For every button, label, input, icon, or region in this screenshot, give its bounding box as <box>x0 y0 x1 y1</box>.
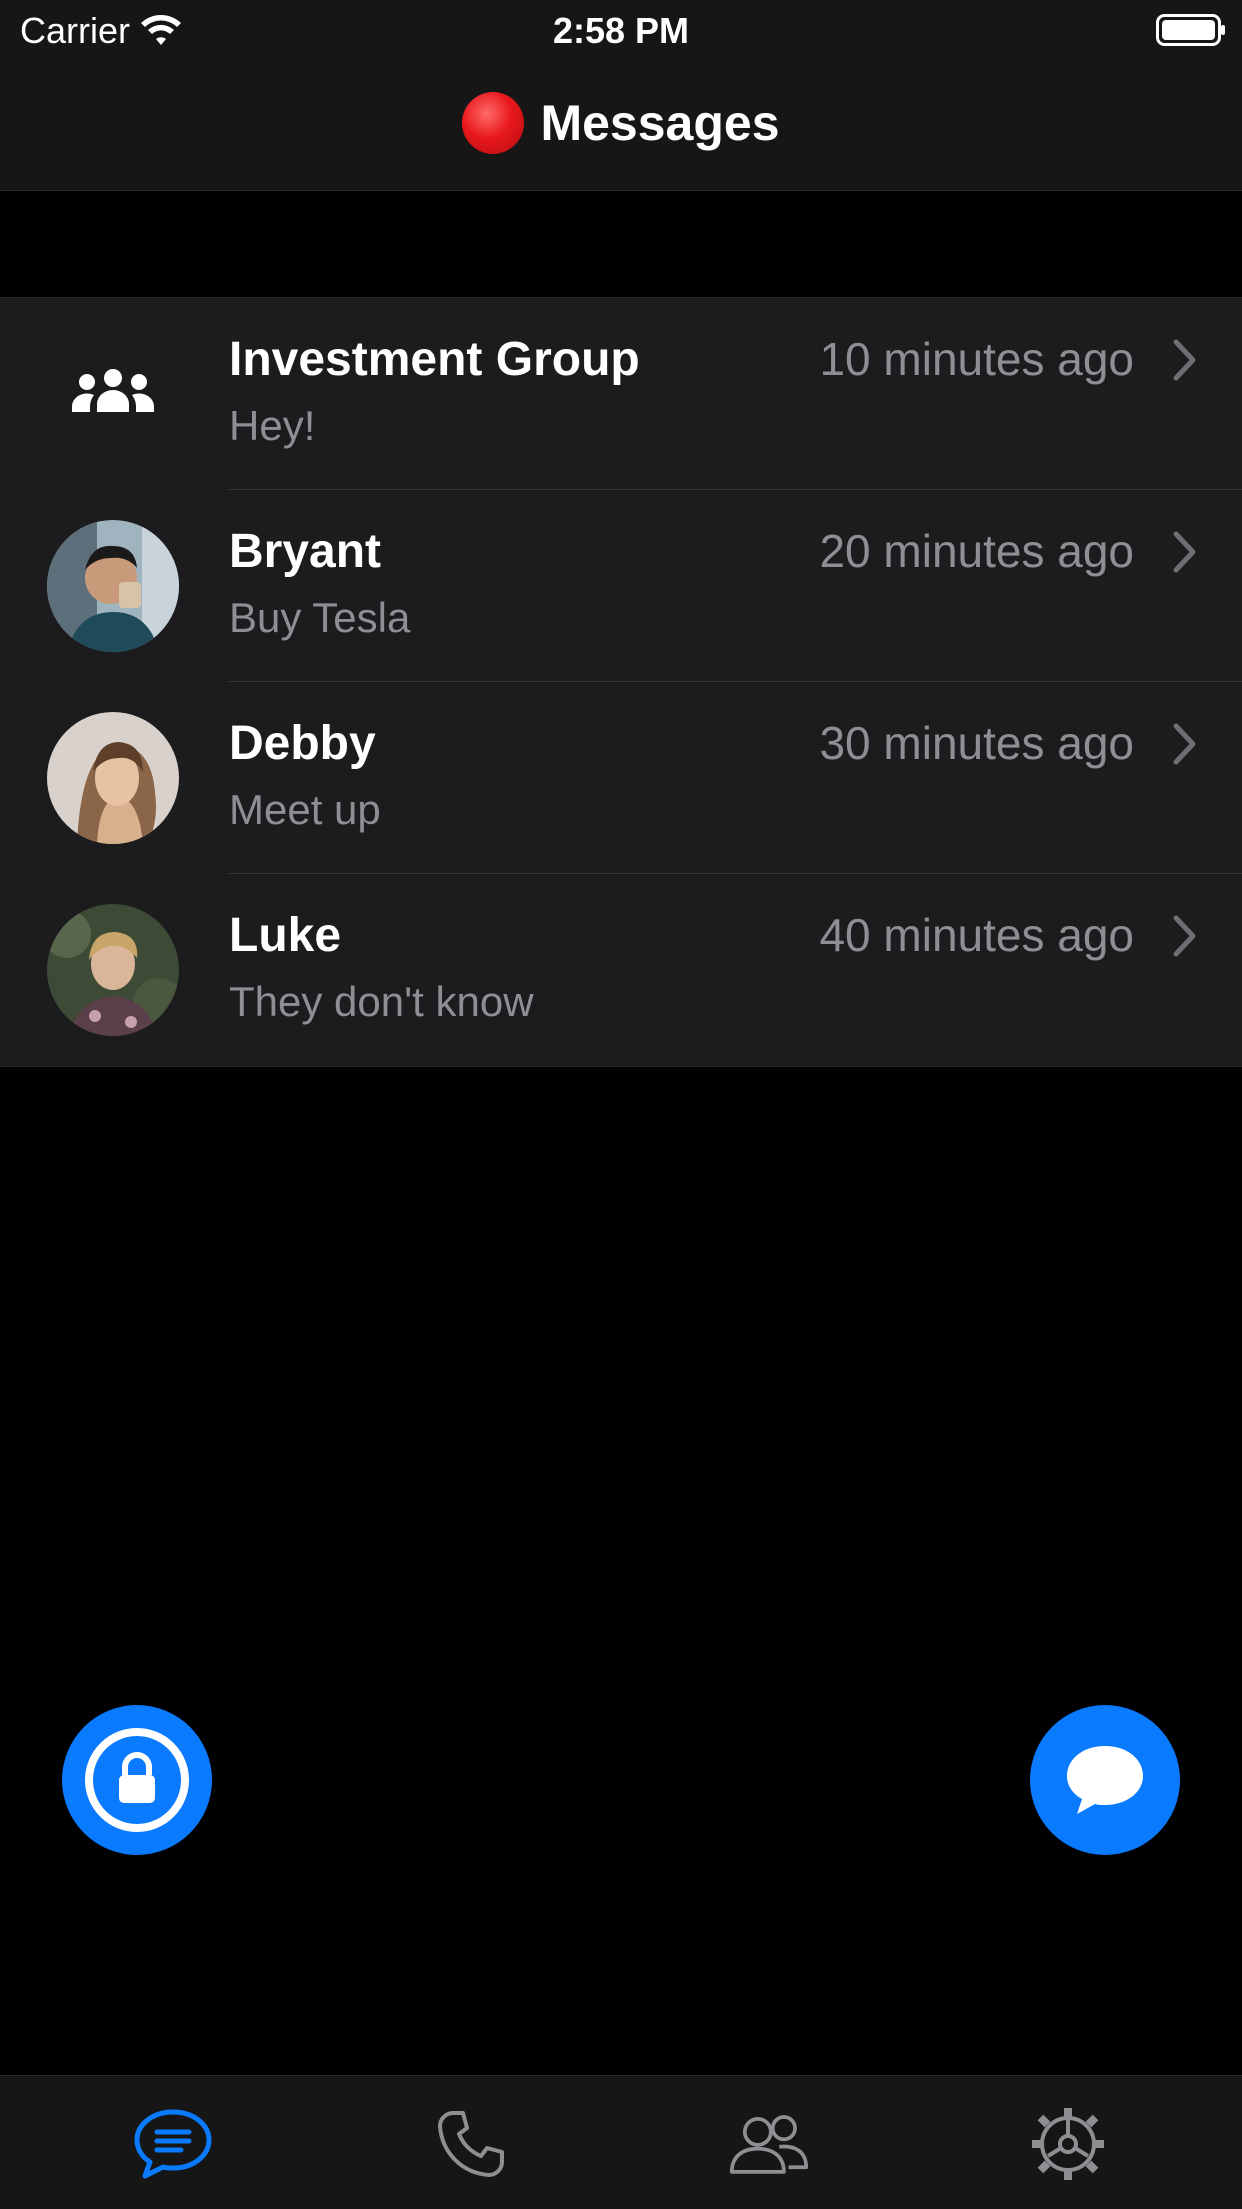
conversation-list: Investment Group Hey! 10 minutes ago Bry… <box>0 297 1242 1067</box>
lock-button[interactable] <box>62 1705 212 1855</box>
conversation-time: 30 minutes ago <box>819 717 1134 769</box>
red-circle-icon <box>462 92 525 154</box>
top-bar: Carrier 2:58 PM Messages <box>0 0 1242 191</box>
status-time: 2:58 PM <box>552 10 690 51</box>
tab-contacts[interactable] <box>729 2104 809 2184</box>
contacts-icon <box>729 2115 809 2174</box>
battery-icon <box>1156 14 1225 46</box>
chevron-right-icon <box>1173 339 1196 381</box>
conversation-preview: Meet up <box>229 786 381 833</box>
messages-icon <box>134 2109 212 2179</box>
conversation-preview: Hey! <box>229 402 316 449</box>
chat-bubble-icon <box>1067 1746 1143 1814</box>
chevron-right-icon <box>1173 531 1196 573</box>
page-title-label: Messages <box>540 95 780 151</box>
conversation-name: Luke <box>229 909 342 962</box>
chevron-right-icon <box>1173 915 1196 957</box>
conversation-name: Investment Group <box>229 333 640 386</box>
phone-icon <box>438 2111 504 2177</box>
avatar <box>47 712 179 844</box>
lock-icon <box>85 1728 189 1832</box>
avatar <box>47 520 179 652</box>
page-title: Messages <box>0 92 1242 154</box>
conversation-name: Debby <box>229 717 376 770</box>
avatar <box>47 904 179 1036</box>
conversation-row[interactable]: Bryant Buy Tesla 20 minutes ago <box>0 490 1242 682</box>
tab-messages[interactable] <box>133 2104 213 2184</box>
conversation-time: 40 minutes ago <box>819 909 1134 961</box>
chevron-right-icon <box>1173 723 1196 765</box>
conversation-preview: Buy Tesla <box>229 594 411 641</box>
conversation-row[interactable]: Luke They don't know 40 minutes ago <box>0 874 1242 1066</box>
conversation-time: 20 minutes ago <box>819 525 1134 577</box>
conversation-preview: They don't know <box>229 978 534 1025</box>
tab-bar <box>0 2075 1242 2209</box>
conversation-row[interactable]: Debby Meet up 30 minutes ago <box>0 682 1242 874</box>
new-message-button[interactable] <box>1030 1705 1180 1855</box>
conversation-name: Bryant <box>229 525 382 578</box>
tab-settings[interactable] <box>1028 2104 1108 2184</box>
conversation-row[interactable]: Investment Group Hey! 10 minutes ago <box>0 298 1242 490</box>
settings-icon <box>1032 2108 1104 2180</box>
tab-calls[interactable] <box>431 2104 511 2184</box>
conversation-time: 10 minutes ago <box>819 333 1134 385</box>
group-icon <box>72 369 154 412</box>
